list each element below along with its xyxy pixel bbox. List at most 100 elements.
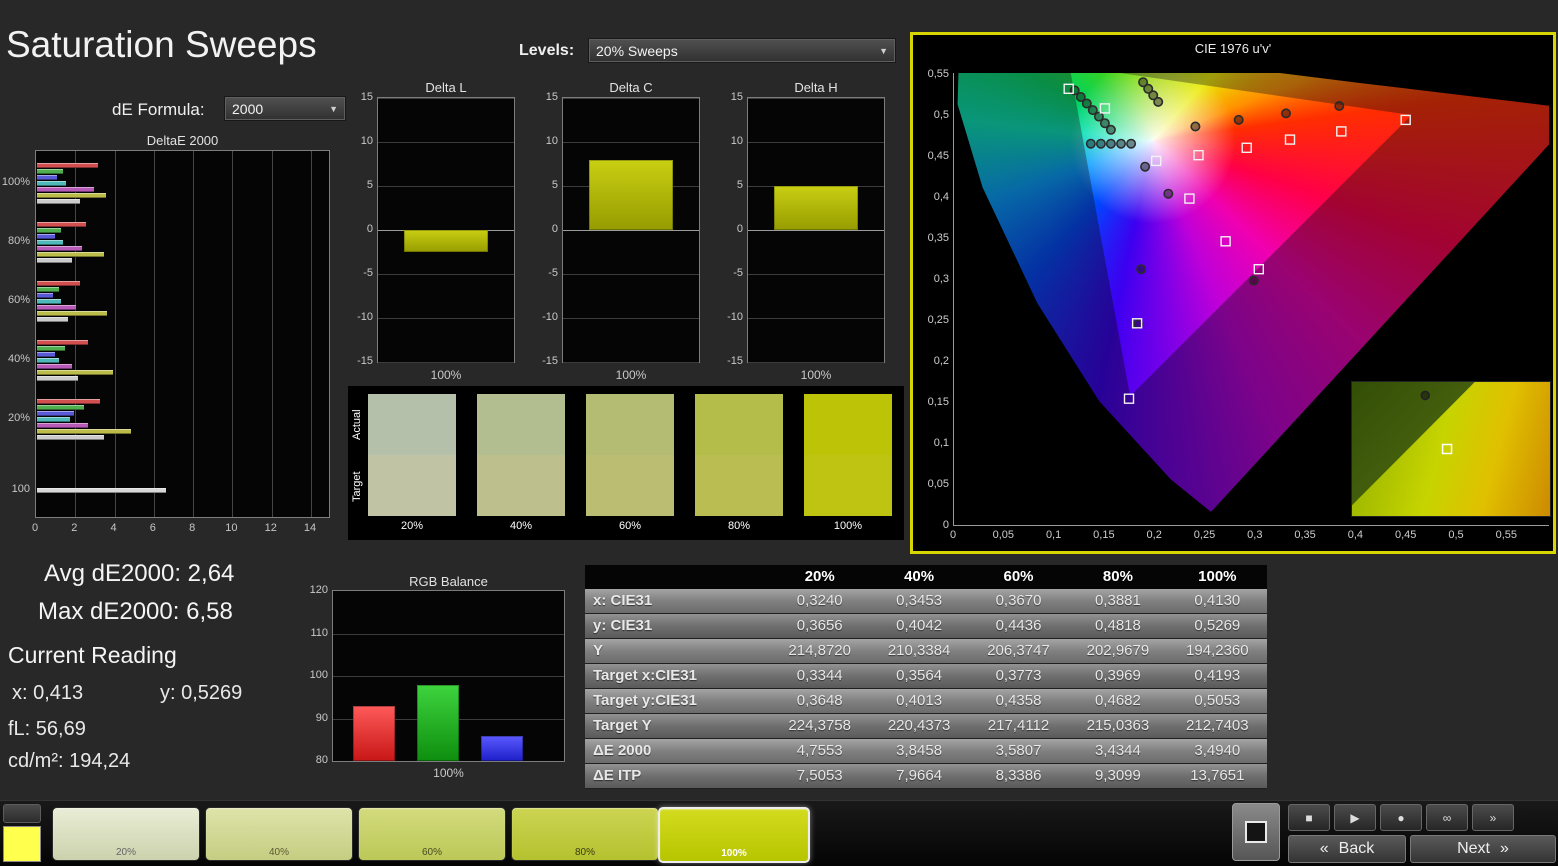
cie-y-tick-label: 0,25 [927, 314, 949, 326]
table-cell: 7,9664 [896, 767, 943, 784]
patch-40%[interactable]: 40% [205, 807, 353, 861]
red-bar [353, 705, 395, 761]
table-cell: 202,9679 [1086, 642, 1150, 659]
table-cell: 3,8458 [896, 742, 943, 759]
deltae-bar [37, 423, 89, 428]
deltae-bar [37, 199, 81, 204]
deltae-bar [37, 246, 83, 251]
loop-button[interactable]: ∞ [1426, 804, 1468, 831]
table-cell: 0,3453 [896, 592, 943, 609]
target-point [1184, 193, 1195, 204]
back-button[interactable]: « Back [1288, 835, 1406, 863]
target-point [1099, 103, 1111, 114]
gridline [153, 151, 155, 517]
cie-y-tick-label: 0,1 [933, 437, 949, 449]
table-cell: 0,3240 [796, 592, 843, 609]
bottom-bar: « Back Next » 20% 40% 60% 80% 100% ■ ▶ ● ∞» [0, 800, 1558, 866]
swatch-label: 100% [833, 520, 863, 532]
table-cell: 0,4130 [1194, 592, 1241, 609]
levels-dropdown[interactable]: 20% Sweeps ▼ [588, 38, 896, 63]
row-label: Y [593, 642, 604, 659]
target-swatch [368, 455, 456, 516]
de-formula-dropdown[interactable]: 2000 ▼ [224, 96, 346, 121]
actual-swatch [695, 394, 783, 455]
patch-label: 80% [574, 847, 595, 858]
deltae-bar [37, 175, 57, 180]
table-row: x: CIE31 0,3240 0,3453 0,3670 0,3881 0,4130 [585, 589, 1267, 614]
gridline [563, 362, 699, 363]
gridline [748, 362, 884, 363]
table-cell: 3,4940 [1194, 742, 1241, 759]
deltae-bar [37, 193, 106, 198]
table-cell: 214,8720 [788, 642, 851, 659]
cie-y-tick-label: 0,4 [933, 191, 949, 203]
deltae-bar [37, 305, 77, 310]
row-label: Target x:CIE31 [593, 667, 697, 684]
table-row: Target y:CIE31 0,3648 0,4013 0,4358 0,4682 0,… [585, 689, 1267, 714]
patch-options-button[interactable] [3, 804, 41, 823]
gridline [75, 151, 77, 517]
swatch-label: 80% [727, 520, 751, 532]
deltae-group-label: 40% [7, 353, 30, 365]
measured-point [1163, 188, 1174, 199]
play-button[interactable]: ▶ [1334, 804, 1376, 831]
patch-100%[interactable]: 100% [658, 807, 810, 863]
measured-point [1116, 138, 1127, 149]
table-cell: 3,5807 [995, 742, 1042, 759]
cie-zoom-inset [1351, 381, 1551, 517]
gridline [333, 676, 564, 677]
patch-60%[interactable]: 60% [358, 807, 506, 861]
stop-button[interactable]: ■ [1288, 804, 1330, 831]
y-tick-label: 5 [736, 179, 743, 191]
skip-button[interactable]: » [1472, 804, 1514, 831]
table-cell: 13,7651 [1190, 767, 1245, 784]
deltae-x-tick-label: 6 [149, 522, 156, 534]
cie-x-tick-label: 0,4 [1347, 529, 1364, 541]
actual-swatch [368, 394, 456, 455]
patch-80%[interactable]: 80% [511, 807, 659, 861]
next-button[interactable]: Next » [1410, 835, 1556, 863]
gridline [563, 142, 699, 143]
deltae-bar [37, 352, 55, 357]
table-cell: 0,5053 [1194, 692, 1241, 709]
cie-y-tick-label: 0,3 [933, 273, 949, 285]
measured-point [1095, 138, 1106, 149]
rgb-plot [332, 590, 565, 762]
y-tick-label: 15 [360, 91, 373, 103]
patch-label: 40% [268, 847, 289, 858]
measured-point [1105, 124, 1116, 135]
gridline [333, 633, 564, 635]
cie-y-tick-label: 0,45 [927, 150, 949, 162]
reading-y: y: 0,5269 [160, 682, 243, 704]
inset-markers [1420, 390, 1453, 455]
row-label: ΔE ITP [593, 767, 642, 784]
y-tick-label: -5 [363, 267, 373, 279]
record-button[interactable]: ● [1380, 804, 1422, 831]
current-reading-title: Current Reading [8, 642, 177, 668]
chart-title: Delta C [609, 80, 653, 95]
deltae-bar [37, 293, 53, 298]
levels-value: 20% Sweeps [596, 42, 678, 59]
delta-bar [404, 230, 488, 252]
y-tick-label: 15 [730, 91, 743, 103]
patch-20%[interactable]: 20% [52, 807, 200, 861]
deltae-bar [37, 169, 63, 174]
deltae-group-label: 100% [1, 176, 30, 188]
patch-window-button[interactable] [1232, 803, 1280, 861]
cie-y-tick-label: 0,55 [927, 68, 949, 80]
page-title: Saturation Sweeps [6, 24, 317, 65]
back-chevron-icon: « [1319, 840, 1329, 857]
swatch-40% [477, 394, 565, 516]
table-cell: 0,3670 [995, 592, 1042, 609]
deltae-x-tick-label: 12 [264, 522, 277, 534]
deltae-bar [37, 358, 59, 363]
table-row: ΔE 2000 4,7553 3,8458 3,5807 3,4344 3,4940 [585, 739, 1267, 764]
deltae-bar [37, 405, 85, 410]
x-axis-label: 100% [800, 368, 832, 382]
gridline [193, 151, 195, 517]
header-spacer [585, 565, 770, 589]
table-row: Y 214,8720 210,3384 206,3747 202,9679 194,236… [585, 639, 1267, 664]
y-tick-label: -10 [727, 311, 743, 323]
avg-de2000-readout: Avg dE2000: 2,64 [44, 560, 235, 587]
chart-title: Delta L [425, 80, 467, 95]
